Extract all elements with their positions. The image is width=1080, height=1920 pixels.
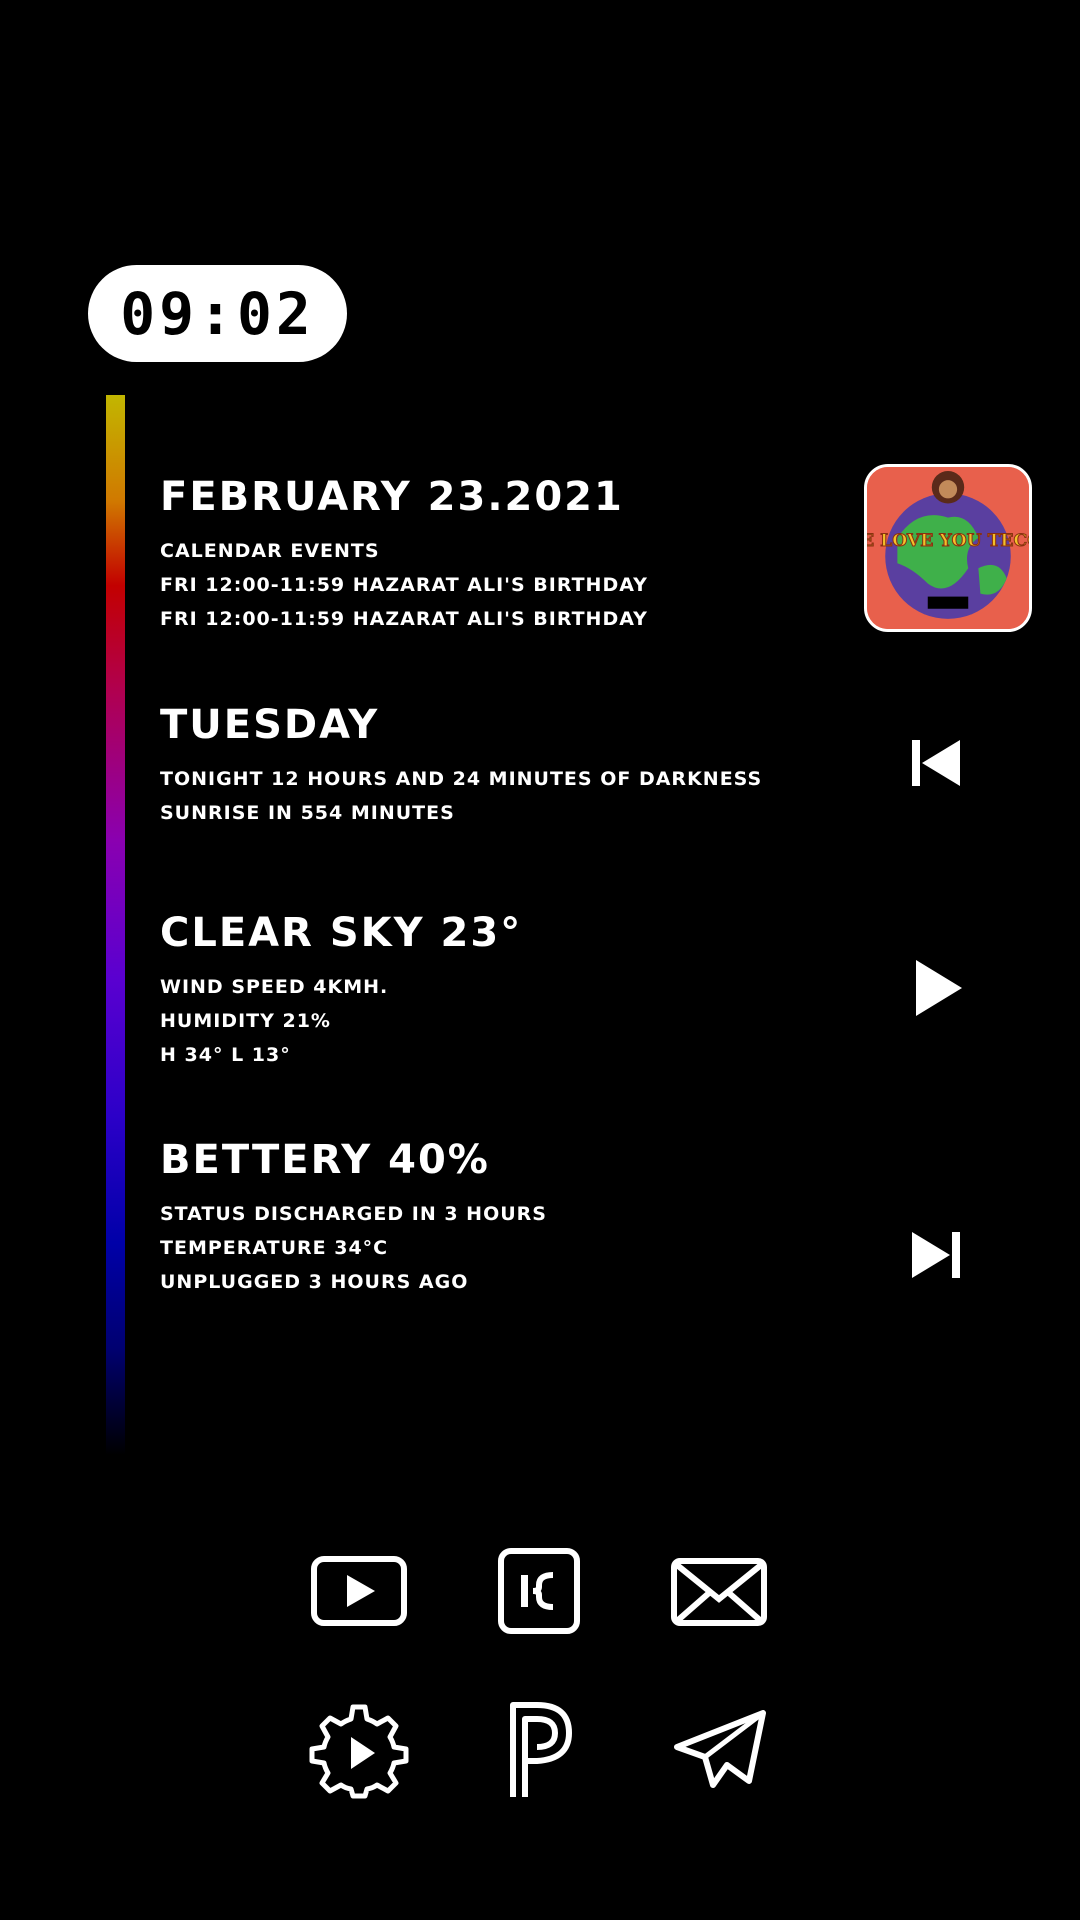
calendar-event[interactable]: FRI 12:00-11:59 HAZARAT ALI'S BIRTHDAY <box>160 602 648 636</box>
play-icon <box>916 960 962 1016</box>
calendar-event[interactable]: FRI 12:00-11:59 HAZARAT ALI'S BIRTHDAY <box>160 568 648 602</box>
day-section: TUESDAY TONIGHT 12 HOURS AND 24 MINUTES … <box>160 702 762 830</box>
mail-app[interactable] <box>669 1541 769 1641</box>
clock-pill[interactable]: 09:02 <box>88 265 347 362</box>
telegram-app[interactable] <box>669 1699 769 1799</box>
weather-section: CLEAR SKY 23° WIND SPEED 4KMH. HUMIDITY … <box>160 910 522 1072</box>
battery-temperature: TEMPERATURE 34°C <box>160 1237 389 1259</box>
clock-time: 09:02 <box>120 279 315 348</box>
date-section: FEBRUARY 23.2021 CALENDAR EVENTS FRI 12:… <box>160 474 648 636</box>
youtube-app[interactable] <box>309 1541 409 1641</box>
gradient-bar <box>106 395 125 1455</box>
previous-button[interactable] <box>908 738 964 788</box>
weather-title: CLEAR SKY 23° <box>160 910 523 956</box>
date-title: FEBRUARY 23.2021 <box>160 474 624 520</box>
pinterest-app[interactable] <box>489 1699 589 1799</box>
humidity: HUMIDITY 21% <box>160 1010 331 1032</box>
album-art-icon: WE LOVE YOU TECCA <box>867 467 1029 629</box>
klwp-app[interactable] <box>489 1541 589 1641</box>
settings-play-icon <box>309 1704 409 1799</box>
calendar-events-label: CALENDAR EVENTS <box>160 540 380 562</box>
youtube-icon <box>311 1556 407 1626</box>
mail-icon <box>671 1558 767 1626</box>
battery-status: STATUS DISCHARGED IN 3 HOURS <box>160 1203 547 1225</box>
battery-section: BETTERY 40% STATUS DISCHARGED IN 3 HOURS… <box>160 1137 547 1299</box>
day-title: TUESDAY <box>160 702 380 748</box>
wind-speed: WIND SPEED 4KMH. <box>160 976 389 998</box>
next-button[interactable] <box>908 1230 964 1280</box>
sunrise-info: SUNRISE IN 554 MINUTES <box>160 802 455 824</box>
klwp-icon <box>498 1548 580 1634</box>
battery-title: BETTERY 40% <box>160 1137 490 1183</box>
settings-play-app[interactable] <box>309 1699 409 1799</box>
album-art[interactable]: WE LOVE YOU TECCA <box>864 464 1032 632</box>
next-icon <box>912 1232 960 1278</box>
darkness-info: TONIGHT 12 HOURS AND 24 MINUTES OF DARKN… <box>160 768 763 790</box>
play-button[interactable] <box>912 958 964 1018</box>
pinterest-p-icon <box>510 1702 572 1797</box>
album-cover-text: WE LOVE YOU TECCA <box>867 531 1029 551</box>
battery-unplugged: UNPLUGGED 3 HOURS AGO <box>160 1271 469 1293</box>
high-low-temp: H 34° L 13° <box>160 1044 291 1066</box>
telegram-icon <box>674 1710 766 1788</box>
previous-icon <box>912 740 960 786</box>
